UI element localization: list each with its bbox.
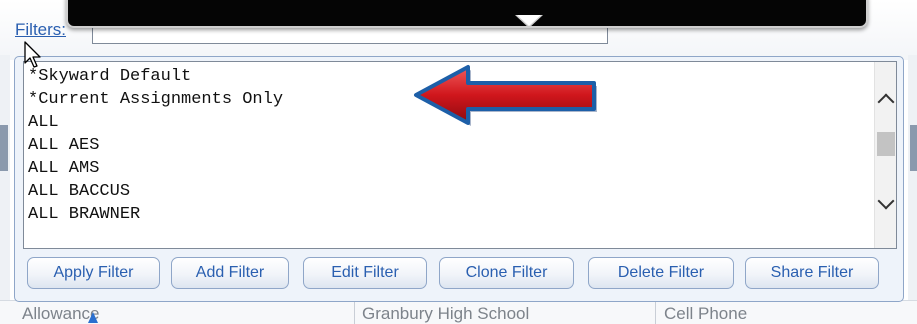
background-table-row: Allowance Granbury High School Cell Phon…: [0, 300, 917, 324]
edit-filter-button[interactable]: Edit Filter: [303, 257, 427, 289]
delete-filter-button[interactable]: Delete Filter: [588, 257, 734, 289]
scroll-down-icon[interactable]: [877, 192, 895, 210]
apply-filter-button[interactable]: Apply Filter: [27, 257, 160, 289]
share-filter-button[interactable]: Share Filter: [745, 257, 879, 289]
list-item-all-baccus[interactable]: ALL BACCUS: [28, 180, 868, 203]
column-divider: [655, 301, 656, 324]
column-divider: [354, 301, 355, 324]
right-background-block: [910, 125, 917, 171]
vertical-scrollbar[interactable]: [874, 62, 896, 248]
mouse-cursor-icon: [88, 312, 98, 323]
list-item-all-ams[interactable]: ALL AMS: [28, 157, 868, 180]
annotation-arrow-icon: [414, 65, 597, 126]
tooltip-popup: [66, 0, 868, 28]
background-cell-school: Granbury High School: [362, 304, 530, 323]
filter-button-row: Apply Filter Add Filter Edit Filter Clon…: [23, 257, 897, 289]
scroll-up-icon[interactable]: [877, 93, 895, 111]
mouse-cursor-icon: [24, 41, 41, 68]
tooltip-notch-inner: [517, 15, 541, 26]
filters-link[interactable]: Filters:: [15, 20, 66, 40]
background-cell-phone: Cell Phone: [664, 304, 748, 323]
right-background-strip: [908, 55, 917, 323]
add-filter-button[interactable]: Add Filter: [171, 257, 289, 289]
list-item-all-aes[interactable]: ALL AES: [28, 134, 868, 157]
clone-filter-button[interactable]: Clone Filter: [439, 257, 574, 289]
list-item-all-brawner[interactable]: ALL BRAWNER: [28, 203, 868, 226]
left-background-block: [0, 125, 8, 171]
scroll-thumb[interactable]: [877, 132, 895, 156]
left-background-strip: [0, 55, 10, 323]
